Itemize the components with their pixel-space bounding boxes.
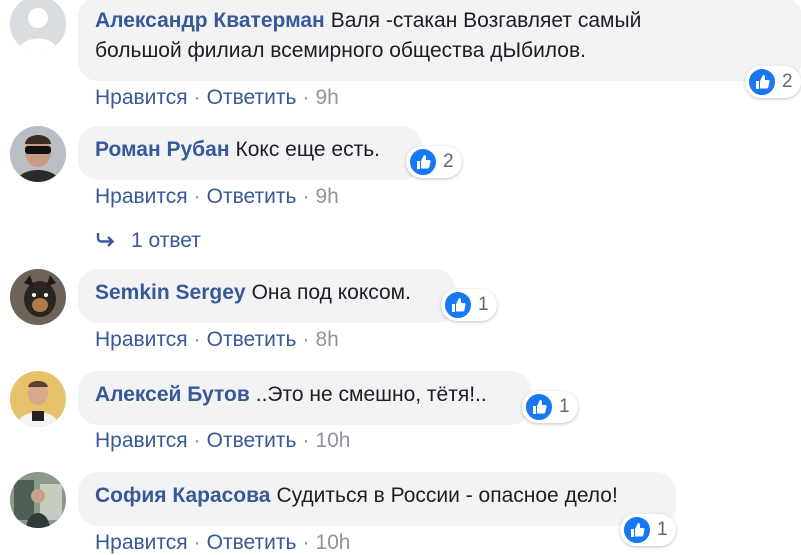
reaction-count[interactable]: 2 [745, 66, 801, 98]
avatar-semkin[interactable] [10, 269, 66, 325]
user-photo-icon [10, 269, 66, 325]
like-count: 2 [782, 71, 793, 92]
separator: · [193, 185, 201, 208]
comment-actions: Нравится · Ответить · 9h [95, 86, 339, 110]
comment-bubble: София Карасова Судиться в России - опасно… [78, 472, 676, 526]
comment-actions: Нравится · Ответить · 10h [95, 531, 350, 555]
replies-count: 1 ответ [131, 229, 201, 252]
like-count: 2 [443, 151, 454, 172]
reply-link[interactable]: Ответить [207, 86, 297, 109]
reaction-count[interactable]: 1 [522, 391, 578, 423]
comment-bubble: Semkin Sergey Она под коксом. [78, 269, 455, 323]
like-link[interactable]: Нравится [95, 185, 188, 208]
avatar-sofia[interactable] [10, 472, 66, 528]
comment-text: Судиться в России - опасное дело! [276, 484, 618, 507]
timestamp[interactable]: 9h [315, 86, 338, 109]
comment-text: ..Это не смешно, тётя!.. [255, 383, 487, 406]
separator: · [193, 429, 201, 452]
like-count: 1 [478, 294, 489, 315]
comment-text: Кокс еще есть. [235, 138, 380, 161]
like-count: 1 [559, 396, 570, 417]
thumbs-up-icon [444, 291, 472, 319]
thumbs-up-icon [623, 516, 651, 544]
comment-text-line2: большой филиал всемирного общества дЫбил… [95, 39, 586, 62]
comment-actions: Нравится · Ответить · 8h [95, 328, 339, 352]
comment-bubble: Алексей Бутов ..Это не смешно, тётя!.. [78, 371, 531, 425]
like-link[interactable]: Нравится [95, 328, 188, 351]
comment-author[interactable]: Semkin Sergey [95, 281, 246, 304]
reaction-count[interactable]: 1 [620, 514, 676, 546]
thumbs-up-icon [525, 393, 553, 421]
comment-text: Она под коксом. [251, 281, 411, 304]
reply-arrow-icon [95, 229, 117, 253]
separator: · [193, 86, 201, 109]
thumbs-up-icon [748, 68, 776, 96]
avatar-roman[interactable] [10, 126, 66, 182]
separator: · [302, 429, 310, 452]
comment-author[interactable]: София Карасова [95, 484, 270, 507]
separator: · [302, 185, 310, 208]
reaction-count[interactable]: 1 [441, 289, 497, 321]
like-count: 1 [657, 519, 668, 540]
comment-actions: Нравится · Ответить · 9h [95, 185, 339, 209]
reply-link[interactable]: Ответить [207, 185, 297, 208]
like-link[interactable]: Нравится [95, 86, 188, 109]
user-photo-icon [10, 126, 66, 182]
comment-author[interactable]: Александр Кватерман [95, 9, 325, 32]
comment-author[interactable]: Алексей Бутов [95, 383, 250, 406]
like-link[interactable]: Нравится [95, 429, 188, 452]
separator: · [193, 328, 201, 351]
timestamp[interactable]: 9h [315, 185, 338, 208]
thumbs-up-icon [409, 148, 437, 176]
timestamp[interactable]: 8h [315, 328, 338, 351]
comment-author[interactable]: Роман Рубан [95, 138, 230, 161]
reply-link[interactable]: Ответить [207, 429, 297, 452]
default-avatar-icon [10, 0, 66, 52]
separator: · [302, 328, 310, 351]
reply-link[interactable]: Ответить [207, 328, 297, 351]
comment-actions: Нравится · Ответить · 10h [95, 429, 350, 453]
reaction-count[interactable]: 2 [406, 146, 462, 178]
view-replies-link[interactable]: 1 ответ [95, 229, 201, 253]
user-photo-icon [10, 472, 66, 528]
comment-text: Валя -стакан Возгавляет самый [330, 9, 642, 32]
comment-bubble: Александр Кватерман Валя -стакан Возгавля… [78, 0, 801, 81]
separator: · [302, 86, 310, 109]
timestamp[interactable]: 10h [315, 429, 350, 452]
avatar-default[interactable] [10, 0, 66, 52]
avatar-aleksey[interactable] [10, 371, 66, 427]
user-photo-icon [10, 371, 66, 427]
comment-bubble: Роман Рубан Кокс еще есть. [78, 126, 422, 180]
